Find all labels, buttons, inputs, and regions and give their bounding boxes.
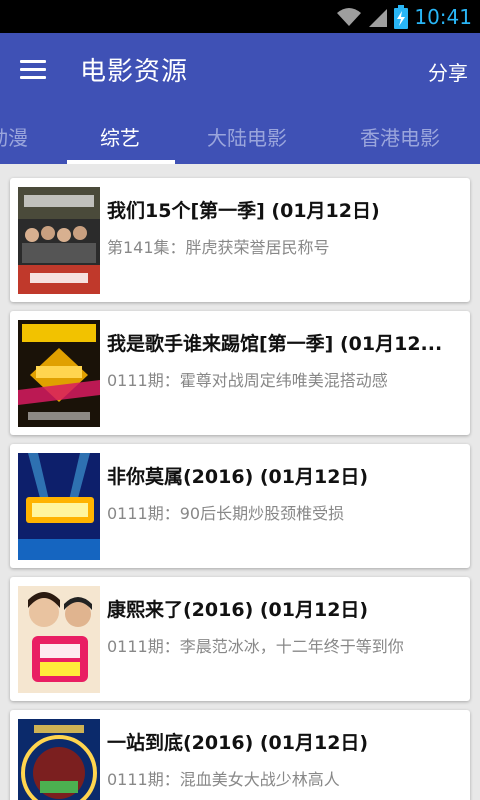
item-title: 我们15个[第一季] (01月12日) [107, 200, 380, 222]
item-title: 一站到底(2016) (01月12日) [107, 732, 369, 754]
item-subtitle: 0111期：李晨范冰冰，十二年终于等到你 [107, 637, 404, 656]
category-tabs: 动漫 综艺 大陆电影 香港电影 [0, 108, 480, 164]
item-title: 非你莫属(2016) (01月12日) [107, 466, 369, 488]
share-button[interactable]: 分享 [428, 57, 468, 86]
show-list[interactable]: 我们15个[第一季] (01月12日) 第141集：胖虎获荣誉居民称号 我是歌手… [0, 164, 480, 800]
tab-anime[interactable]: 动漫 [0, 122, 28, 151]
item-subtitle: 0111期：霍尊对战周定纬唯美混搭动感 [107, 371, 388, 390]
item-title: 康熙来了(2016) (01月12日) [107, 599, 369, 621]
app-bar: 电影资源 分享 [0, 33, 480, 108]
poster-thumbnail [18, 187, 100, 294]
list-item[interactable]: 康熙来了(2016) (01月12日) 0111期：李晨范冰冰，十二年终于等到你 [10, 577, 470, 701]
wifi-icon [337, 7, 362, 26]
signal-icon [369, 8, 388, 27]
list-item[interactable]: 我们15个[第一季] (01月12日) 第141集：胖虎获荣誉居民称号 [10, 178, 470, 302]
list-item[interactable]: 一站到底(2016) (01月12日) 0111期：混血美女大战少林高人 [10, 710, 470, 800]
list-item[interactable]: 我是歌手谁来踢馆[第一季] (01月12... 0111期：霍尊对战周定纬唯美混… [10, 311, 470, 435]
list-item[interactable]: 非你莫属(2016) (01月12日) 0111期：90后长期炒股颈椎受损 [10, 444, 470, 568]
app-title: 电影资源 [80, 57, 189, 87]
item-subtitle: 第141集：胖虎获荣誉居民称号 [107, 238, 330, 257]
item-subtitle: 0111期：混血美女大战少林高人 [107, 770, 340, 789]
item-title: 我是歌手谁来踢馆[第一季] (01月12... [107, 333, 443, 355]
poster-thumbnail [18, 453, 100, 560]
menu-button[interactable] [16, 55, 50, 85]
status-bar: 10:41 [0, 0, 480, 33]
status-icons: 10:41 [336, 0, 472, 33]
tab-variety[interactable]: 综艺 [100, 122, 140, 151]
tab-hongkong-movies[interactable]: 香港电影 [360, 122, 440, 151]
tab-mainland-movies[interactable]: 大陆电影 [207, 122, 287, 151]
battery-charging-icon [394, 4, 409, 29]
poster-thumbnail [18, 320, 100, 427]
poster-thumbnail [18, 719, 100, 800]
status-time: 10:41 [414, 4, 472, 29]
poster-thumbnail [18, 586, 100, 693]
item-subtitle: 0111期：90后长期炒股颈椎受损 [107, 504, 345, 523]
